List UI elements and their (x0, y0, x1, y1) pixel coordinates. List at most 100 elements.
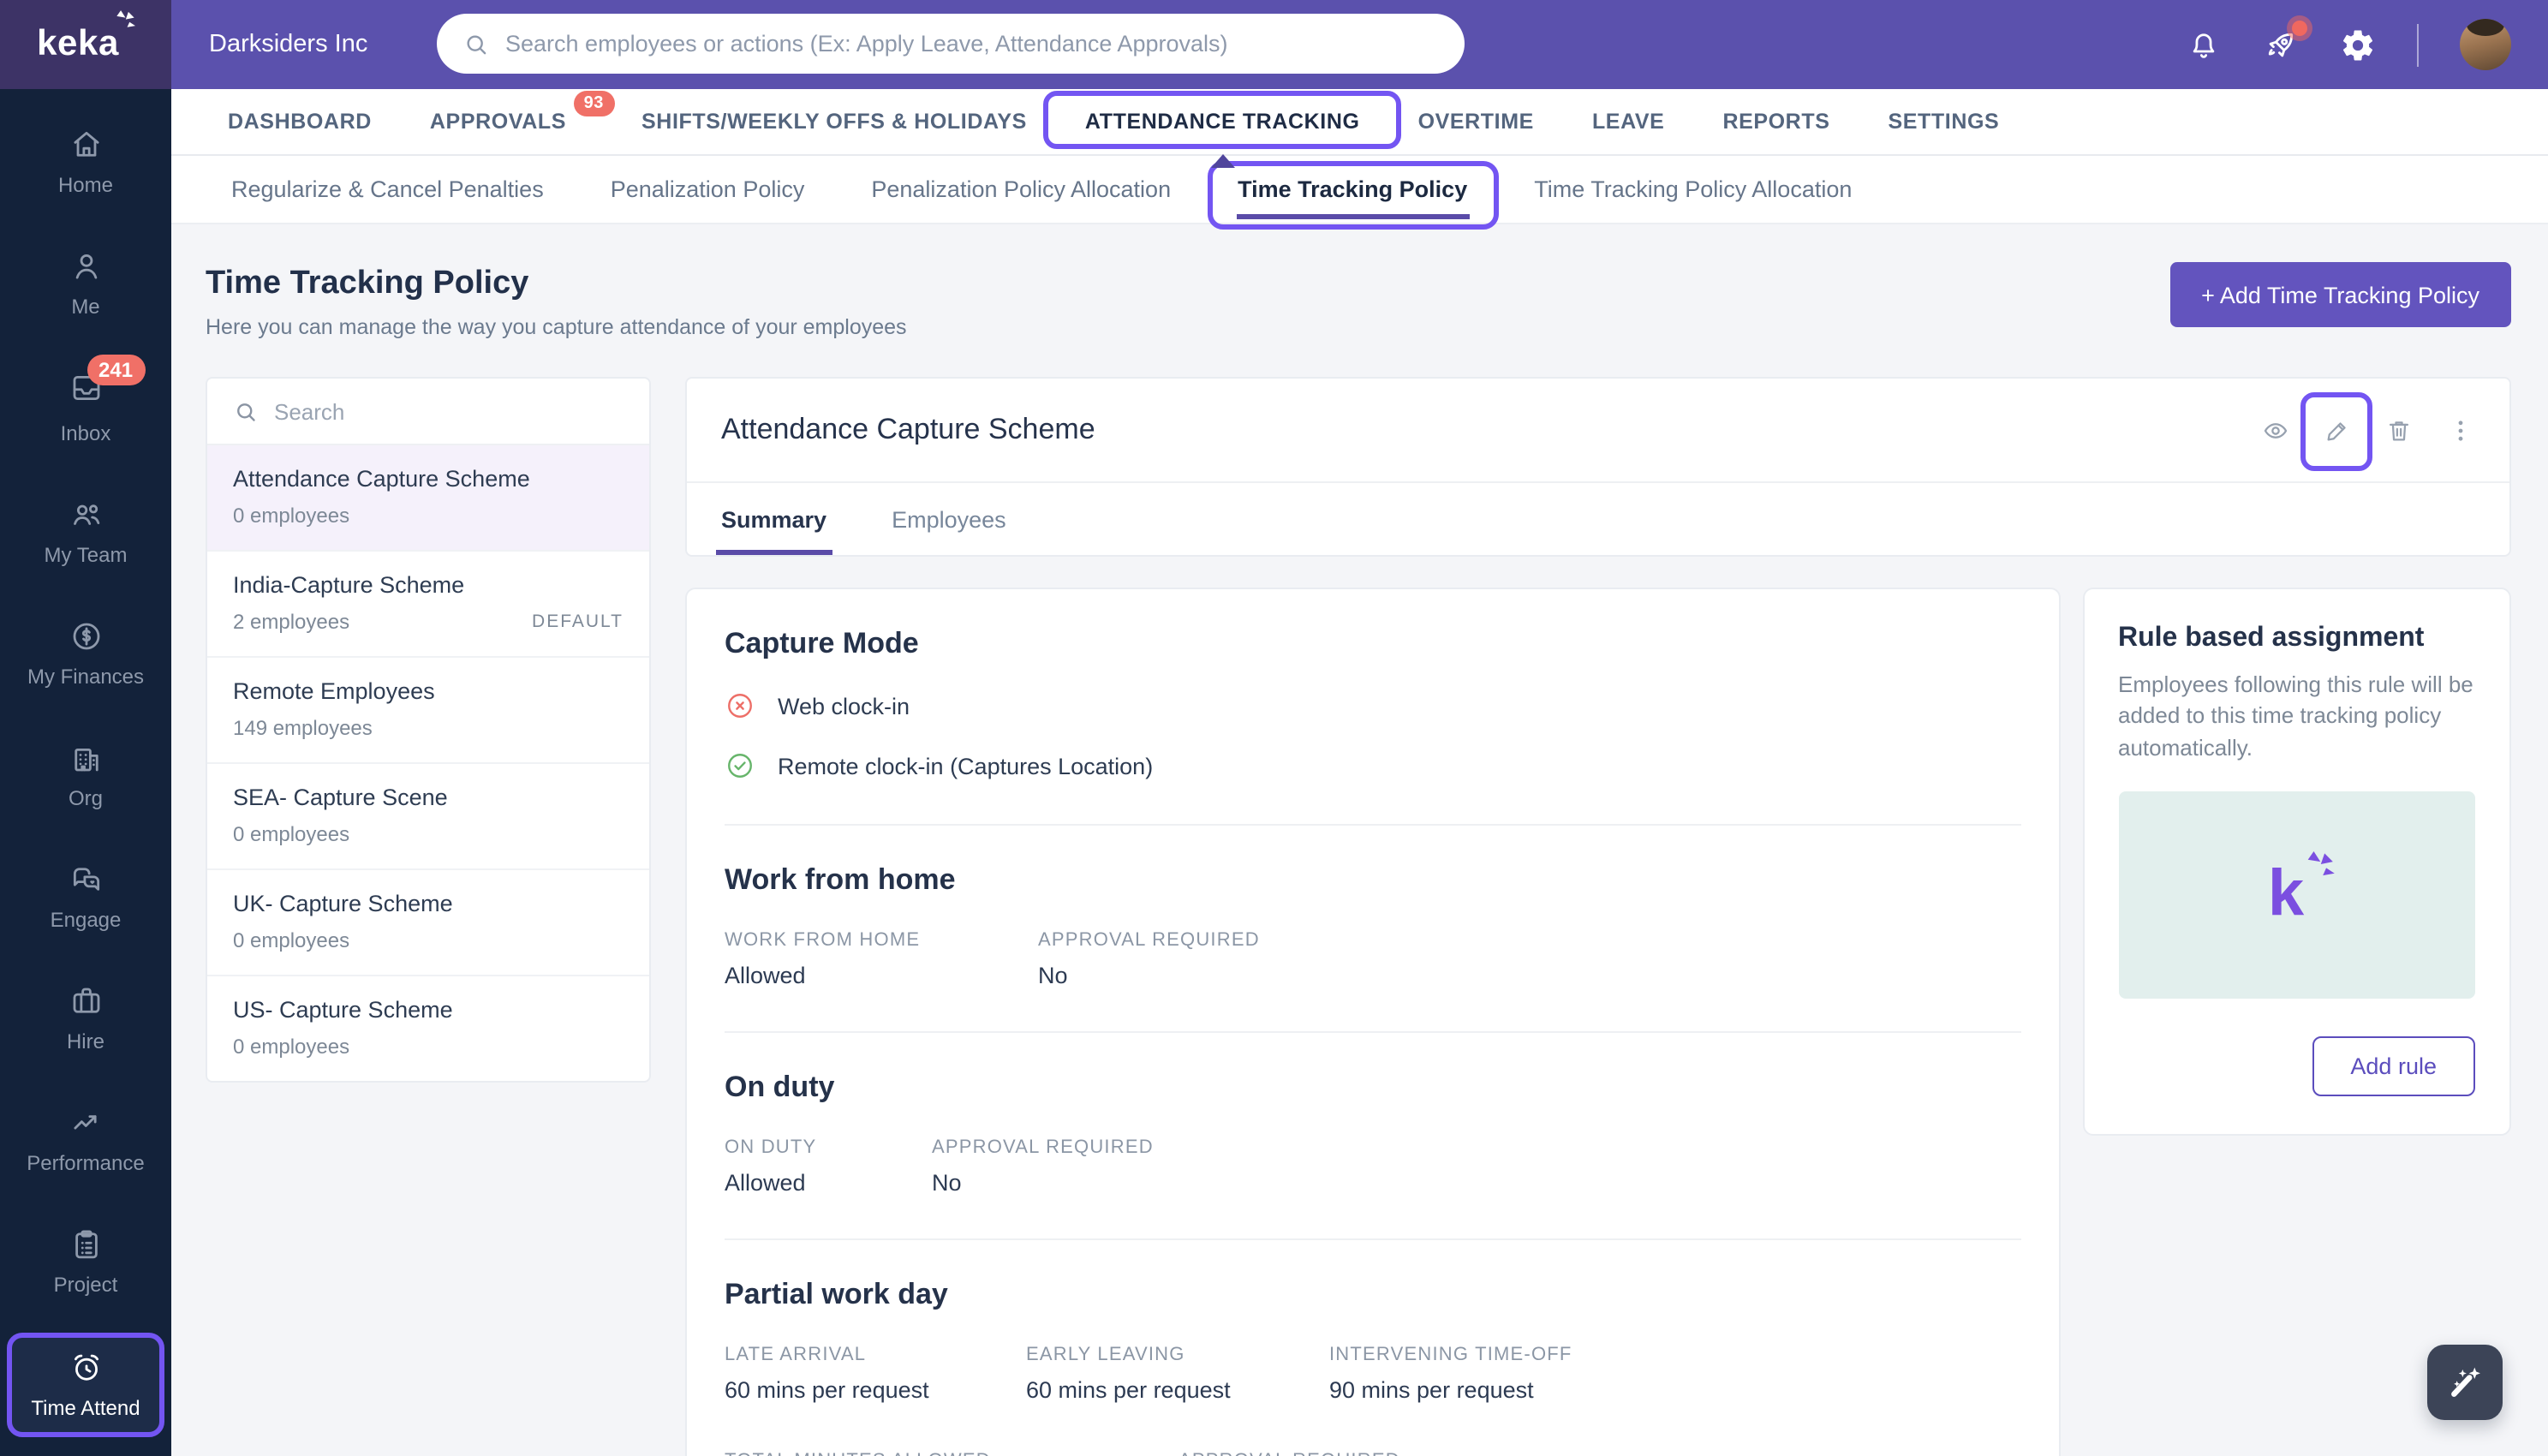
page-content: Time Tracking Policy Here you can manage… (171, 224, 2548, 1456)
tab-settings[interactable]: SETTINGS (1859, 89, 2029, 154)
tab-label: Summary (721, 506, 827, 532)
tab-employees[interactable]: Employees (892, 483, 1006, 555)
rule-panel-description: Employees following this rule will be ad… (2118, 671, 2473, 761)
magic-wand-fab-button[interactable] (2426, 1345, 2502, 1420)
section-title: Capture Mode (725, 627, 919, 659)
add-rule-button[interactable]: Add rule (2312, 1036, 2474, 1097)
add-time-tracking-policy-button[interactable]: + Add Time Tracking Policy (2170, 262, 2510, 327)
sidebar-item-label: Inbox (60, 421, 111, 445)
list-item-uk-capture-scheme[interactable]: UK- Capture Scheme 0 employees (207, 870, 649, 976)
page-header: Time Tracking Policy Here you can manage… (206, 255, 2510, 339)
policy-search[interactable] (207, 379, 649, 445)
rule-panel-title: Rule based assignment (2118, 624, 2425, 653)
sidebar-item-performance[interactable]: Performance (7, 1089, 164, 1190)
field-label: INTERVENING TIME-OFF (1329, 1345, 1572, 1365)
list-item-us-capture-scheme[interactable]: US- Capture Scheme 0 employees (207, 976, 649, 1081)
sidebar-item-project[interactable]: Project (7, 1211, 164, 1312)
edit-annotation-box (2300, 391, 2372, 470)
sidebar-item-org[interactable]: Org (7, 725, 164, 826)
tab-attendance-tracking[interactable]: ATTENDANCE TRACKING (1043, 89, 1402, 154)
subtab-penalization-policy-allocation[interactable]: Penalization Policy Allocation (845, 154, 1196, 223)
field-value: 60 mins per request (1026, 1377, 1231, 1403)
sidebar-item-my-team[interactable]: My Team (7, 481, 164, 582)
page-subtitle: Here you can manage the way you capture … (206, 315, 907, 339)
sidebar-item-me[interactable]: Me (7, 233, 164, 334)
whats-new-rocket-icon[interactable] (2262, 20, 2306, 63)
section-title: On duty (725, 1071, 835, 1103)
delete-trash-icon[interactable] (2384, 415, 2413, 445)
tab-overtime[interactable]: OVERTIME (1389, 89, 1563, 154)
sidebar-item-my-finances[interactable]: My Finances (7, 603, 164, 704)
notifications-bell-icon[interactable] (2185, 27, 2221, 63)
sidebar-item-inbox[interactable]: 241 Inbox (7, 355, 164, 461)
subtab-time-tracking-policy-allocation[interactable]: Time Tracking Policy Allocation (1508, 154, 1877, 223)
sidebar-item-hire[interactable]: Hire (7, 968, 164, 1069)
keka-logo[interactable]: keka (0, 0, 171, 89)
global-search-input[interactable] (505, 31, 1439, 57)
sidebar-item-home[interactable]: Home (7, 111, 164, 212)
sidebar: Home Me 241 Inbox My Team My Finances Or… (0, 89, 171, 1456)
tab-reports[interactable]: REPORTS (1693, 89, 1859, 154)
policy-search-input[interactable] (274, 398, 624, 424)
time-attend-icon (74, 1354, 98, 1381)
list-item-india-capture-scheme[interactable]: India-Capture Scheme 2 employees DEFAULT (207, 552, 649, 658)
company-name: Darksiders Inc (209, 31, 368, 58)
policy-name: SEA- Capture Scene (233, 785, 448, 810)
field-value: No (932, 1170, 962, 1196)
team-icon (73, 504, 99, 525)
performance-icon (73, 1115, 96, 1130)
default-tag: DEFAULT (532, 612, 624, 632)
field-value: 90 mins per request (1329, 1377, 1534, 1403)
sidebar-item-label: Performance (27, 1151, 145, 1175)
view-eye-icon[interactable] (2260, 415, 2289, 445)
policy-name: UK- Capture Scheme (233, 891, 453, 916)
capture-option-web-clock-in: Web clock-in (725, 690, 2020, 721)
tab-label: Employees (892, 506, 1006, 532)
tab-label: SETTINGS (1888, 110, 2000, 134)
policy-employee-count: 2 employees (233, 610, 350, 634)
policy-employee-count: 0 employees (233, 1035, 350, 1059)
work-from-home-section: Work from home WORK FROM HOME Allowed APP… (725, 826, 2020, 1033)
sidebar-item-label: My Team (44, 543, 128, 567)
field-value: 60 mins per request (725, 1377, 929, 1403)
tab-leave[interactable]: LEAVE (1563, 89, 1694, 154)
active-tab-underline (1236, 213, 1470, 219)
sidebar-item-label: Time Attend (31, 1396, 140, 1420)
sidebar-item-time-attend[interactable]: Time Attend (7, 1333, 164, 1437)
list-item-sea-capture-scene[interactable]: SEA- Capture Scene 0 employees (207, 764, 649, 870)
tab-approvals[interactable]: APPROVALS 93 (401, 89, 615, 154)
inbox-count-badge: 241 (87, 355, 146, 385)
tab-shifts-weekly-offs-holidays[interactable]: SHIFTS/WEEKLY OFFS & HOLIDAYS (612, 89, 1056, 154)
policy-employee-count: 0 employees (233, 822, 350, 846)
capture-option-label: Web clock-in (778, 693, 910, 719)
tab-summary[interactable]: Summary (716, 483, 832, 555)
edit-pencil-icon[interactable] (2322, 415, 2351, 445)
home-icon (73, 131, 98, 157)
sidebar-item-label: My Finances (27, 665, 145, 689)
more-options-kebab-icon[interactable] (2445, 415, 2474, 445)
partial-work-day-section: Partial work day LATE ARRIVAL 60 mins per… (725, 1240, 2020, 1456)
section-title: Partial work day (725, 1278, 948, 1310)
list-item-remote-employees[interactable]: Remote Employees 149 employees (207, 658, 649, 764)
keka-mark-icon: k (2268, 851, 2335, 933)
sidebar-item-label: Project (53, 1273, 118, 1297)
avatar[interactable] (2459, 19, 2510, 70)
subtab-regularize-cancel-penalties[interactable]: Regularize & Cancel Penalties (206, 154, 570, 223)
settings-gear-icon[interactable] (2339, 27, 2375, 63)
field-label: APPROVAL REQUIRED (1179, 1451, 2020, 1456)
global-search[interactable] (437, 14, 1465, 74)
policy-employee-count: 149 employees (233, 716, 373, 740)
sidebar-item-label: Engage (50, 908, 122, 932)
tab-dashboard[interactable]: DASHBOARD (199, 89, 401, 154)
field-label: EARLY LEAVING (1026, 1345, 1185, 1365)
notification-dot (2291, 20, 2306, 35)
subtab-time-tracking-policy[interactable]: Time Tracking Policy (1207, 154, 1499, 230)
page-title: Time Tracking Policy (206, 266, 529, 301)
subtab-penalization-policy[interactable]: Penalization Policy (585, 154, 831, 223)
list-item-attendance-capture-scheme[interactable]: Attendance Capture Scheme 0 employees (207, 445, 649, 552)
subtab-label: Penalization Policy (610, 176, 805, 201)
field-label: APPROVAL REQUIRED (932, 1137, 1154, 1158)
sidebar-item-label: Me (71, 295, 100, 319)
sidebar-item-engage[interactable]: Engage (7, 846, 164, 947)
tab-label: DASHBOARD (228, 110, 372, 134)
